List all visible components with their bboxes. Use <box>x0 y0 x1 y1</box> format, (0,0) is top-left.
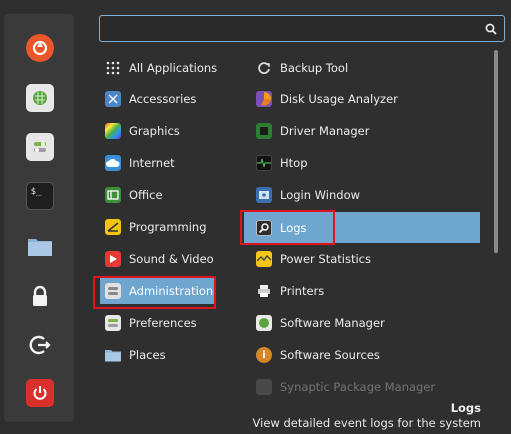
search-icon <box>485 23 497 35</box>
category-places[interactable]: Places <box>100 342 220 368</box>
app-label: Login Window <box>280 188 361 202</box>
category-administration[interactable]: Administration <box>100 278 214 304</box>
app-htop[interactable]: Htop <box>251 150 479 176</box>
play-icon <box>105 251 121 267</box>
app-label: Software Sources <box>280 348 380 362</box>
app-label: Software Manager <box>280 316 385 330</box>
category-preferences[interactable]: Preferences <box>100 310 220 336</box>
printer-icon <box>256 283 272 299</box>
search-input[interactable] <box>99 15 505 42</box>
category-label: Programming <box>129 220 207 234</box>
office-icon <box>105 187 121 203</box>
app-logs[interactable]: Logs <box>244 212 480 243</box>
category-label: Internet <box>129 156 175 170</box>
app-label: Driver Manager <box>280 124 370 138</box>
app-software-manager[interactable]: Software Manager <box>251 310 479 336</box>
preferences-icon <box>105 315 121 331</box>
category-label: Accessories <box>129 92 197 106</box>
category-label: All Applications <box>129 61 218 75</box>
login-window-icon <box>256 187 272 203</box>
software-manager-small-icon <box>256 315 272 331</box>
firefox-icon[interactable] <box>26 34 54 62</box>
app-label: Htop <box>280 156 308 170</box>
lock-screen-icon[interactable] <box>26 282 54 310</box>
info-icon: i <box>256 347 272 363</box>
app-label: Disk Usage Analyzer <box>280 92 398 106</box>
scissors-icon <box>105 91 121 107</box>
category-label: Places <box>129 348 166 362</box>
folder-icon <box>105 347 121 363</box>
app-disk-usage-analyzer[interactable]: Disk Usage Analyzer <box>251 86 479 112</box>
category-label: Office <box>129 188 163 202</box>
files-icon[interactable] <box>26 232 54 260</box>
app-label: Backup Tool <box>280 61 349 75</box>
graphics-icon <box>105 123 121 139</box>
cloud-icon <box>105 155 121 171</box>
category-label: Administration <box>129 284 214 298</box>
category-graphics[interactable]: Graphics <box>100 118 220 144</box>
app-power-statistics[interactable]: Power Statistics <box>251 246 479 272</box>
power-icon[interactable] <box>26 379 54 407</box>
chip-icon <box>256 123 272 139</box>
category-accessories[interactable]: Accessories <box>100 86 220 112</box>
grid-icon <box>105 60 121 76</box>
software-manager-icon[interactable] <box>26 84 54 112</box>
terminal-icon[interactable]: $_ <box>26 182 54 210</box>
category-programming[interactable]: Programming <box>100 214 220 240</box>
app-synaptic-package-manager[interactable]: Synaptic Package Manager <box>251 374 479 400</box>
category-label: Graphics <box>129 124 180 138</box>
category-sound-video[interactable]: Sound & Video <box>100 246 220 272</box>
app-driver-manager[interactable]: Driver Manager <box>251 118 479 144</box>
scrollbar[interactable] <box>494 50 498 253</box>
logs-icon <box>256 219 272 236</box>
app-description-text: View detailed event logs for the system <box>252 416 481 430</box>
backup-icon <box>256 60 272 76</box>
synaptic-icon <box>256 379 272 395</box>
category-all-applications[interactable]: All Applications <box>100 55 220 81</box>
favorites-sidebar: $_ <box>4 14 74 422</box>
app-login-window[interactable]: Login Window <box>251 182 479 208</box>
app-label: Printers <box>280 284 325 298</box>
programming-icon <box>105 219 121 235</box>
app-printers[interactable]: Printers <box>251 278 479 304</box>
category-label: Sound & Video <box>129 252 214 266</box>
search-field[interactable] <box>100 16 480 41</box>
app-backup-tool[interactable]: Backup Tool <box>251 55 479 81</box>
htop-icon <box>256 155 272 171</box>
administration-icon <box>105 283 121 299</box>
category-label: Preferences <box>129 316 197 330</box>
app-software-sources[interactable]: i Software Sources <box>251 342 479 368</box>
power-statistics-icon <box>256 251 272 267</box>
category-office[interactable]: Office <box>100 182 220 208</box>
app-description-title: Logs <box>450 401 481 415</box>
app-label: Synaptic Package Manager <box>280 380 436 394</box>
disk-usage-icon <box>256 91 272 107</box>
logout-icon[interactable] <box>26 331 54 359</box>
category-internet[interactable]: Internet <box>100 150 220 176</box>
app-label: Logs <box>280 220 307 235</box>
app-label: Power Statistics <box>280 252 371 266</box>
settings-icon[interactable] <box>26 133 54 161</box>
